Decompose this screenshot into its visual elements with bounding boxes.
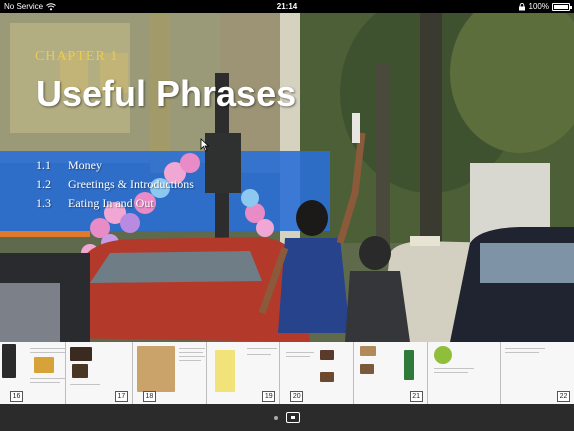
page-number: 16 xyxy=(10,391,23,402)
chapter-label: CHAPTER 1 xyxy=(35,49,119,64)
thumbnail-page[interactable] xyxy=(427,342,502,404)
section-title: Greetings & Introductions xyxy=(68,177,194,191)
section-list: 1.1 Money 1.2 Greetings & Introductions … xyxy=(36,156,194,213)
thumbnail-page[interactable]: 19 xyxy=(206,342,281,404)
section-item-money[interactable]: 1.1 Money xyxy=(36,156,194,175)
page-number: 20 xyxy=(290,391,304,402)
thumbnail-page[interactable]: 20 xyxy=(280,342,354,404)
status-bar: No Service 21:14 100% xyxy=(0,0,574,13)
thumbnail-photo xyxy=(359,346,376,356)
section-number: 1.2 xyxy=(36,177,51,191)
status-right: 100% xyxy=(518,0,572,13)
thumbnail-page[interactable]: 16 xyxy=(0,342,67,404)
thumbnail-photo xyxy=(70,347,93,361)
orientation-lock-icon xyxy=(518,2,525,10)
thumbnail-photo xyxy=(136,346,175,392)
thumbnail-photo xyxy=(433,346,452,364)
page-control[interactable] xyxy=(0,404,574,431)
thumbnail-page[interactable]: 17 xyxy=(66,342,133,404)
section-number: 1.1 xyxy=(36,158,51,172)
thumbnail-photo xyxy=(2,344,16,378)
section-title: Money xyxy=(68,158,102,172)
thumbnail-bottle xyxy=(403,350,414,380)
clock: 21:14 xyxy=(276,2,298,11)
thumbnail-photo xyxy=(72,364,89,378)
thumbnail-table xyxy=(214,350,235,392)
page-number: 21 xyxy=(409,391,423,402)
cursor-icon xyxy=(200,138,210,152)
page-number: 17 xyxy=(114,391,128,402)
page-thumbnail-strip[interactable]: 16 17 18 19 20 21 22 xyxy=(0,342,574,404)
section-item-eating[interactable]: 1.3 Eating In and Out xyxy=(36,194,194,213)
battery-icon xyxy=(552,2,572,11)
page-dot[interactable] xyxy=(274,415,278,420)
thumbnail-photo xyxy=(359,364,374,374)
page-number: 22 xyxy=(556,391,570,402)
page-number: 18 xyxy=(142,391,156,402)
thumbnail-photo xyxy=(320,372,335,382)
current-page-indicator-icon[interactable] xyxy=(286,412,300,423)
section-item-greetings[interactable]: 1.2 Greetings & Introductions xyxy=(36,175,194,194)
chapter-title: Useful Phrases xyxy=(36,73,297,114)
thumbnail-page[interactable]: 22 xyxy=(501,342,574,404)
section-number: 1.3 xyxy=(36,196,51,210)
chapter-cover-image[interactable]: CHAPTER 1 Useful Phrases 1.1 Money 1.2 G… xyxy=(0,13,574,342)
page-number: 19 xyxy=(262,391,276,402)
battery-percent: 100% xyxy=(528,2,549,11)
thumbnail-photo xyxy=(34,357,54,373)
thumbnail-page[interactable]: 21 xyxy=(353,342,428,404)
thumbnail-photo xyxy=(320,350,335,360)
section-title: Eating In and Out xyxy=(68,196,154,210)
thumbnail-page[interactable]: 18 xyxy=(132,342,207,404)
